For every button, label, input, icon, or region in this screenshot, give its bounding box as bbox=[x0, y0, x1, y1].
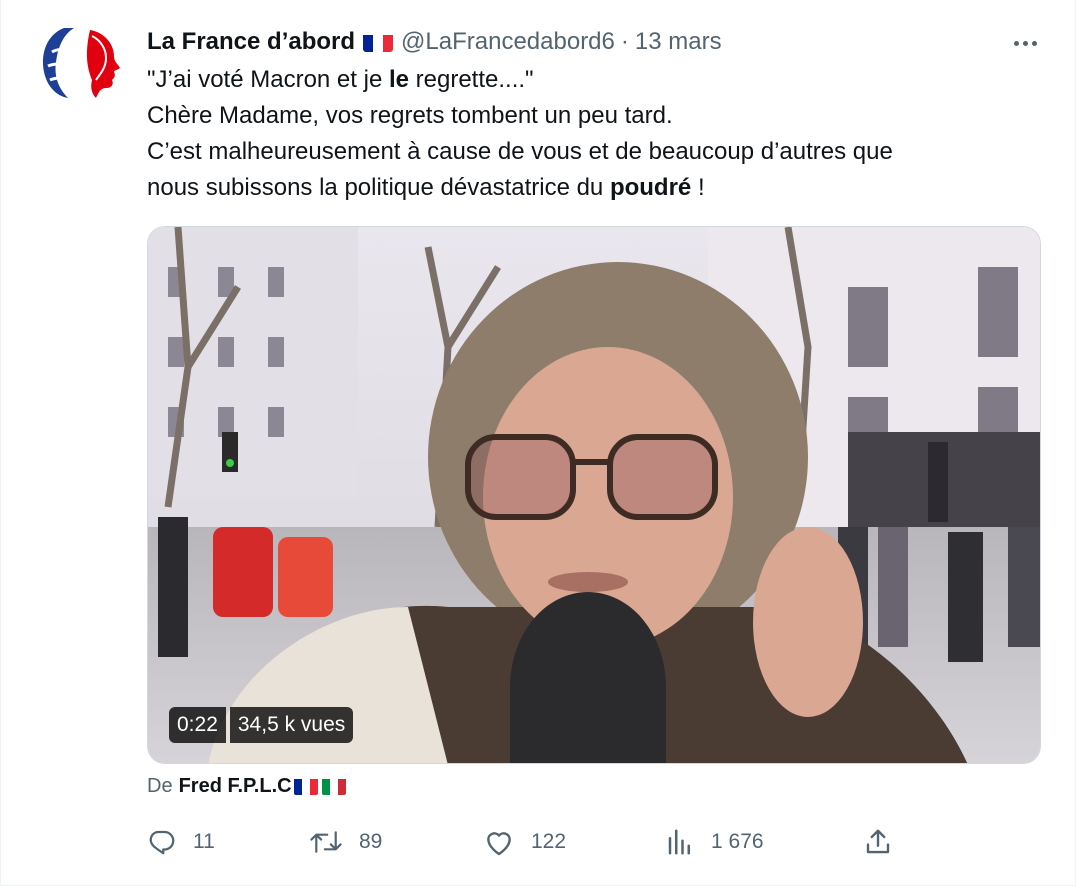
text-bold-segment: le bbox=[388, 66, 409, 93]
share-button[interactable] bbox=[863, 822, 909, 862]
share-icon bbox=[866, 829, 890, 854]
like-count: 122 bbox=[531, 830, 567, 853]
repost-count: 89 bbox=[359, 830, 383, 853]
text-segment: "J’ai voté Macron et je bbox=[147, 66, 389, 93]
video-thumbnail bbox=[148, 227, 1040, 763]
tweet-text-line: Chère Madame, vos regrets tombent un peu… bbox=[147, 102, 673, 129]
attribution-prefix: De bbox=[147, 775, 173, 797]
author-name[interactable]: La France d’abord bbox=[147, 26, 355, 58]
tweet-header: La France d’abord @LaFrancedabord6 · 13 … bbox=[147, 26, 722, 58]
heart-icon bbox=[487, 832, 511, 856]
tweet-card[interactable]: La France d’abord @LaFrancedabord6 · 13 … bbox=[0, 0, 1076, 886]
like-button[interactable]: 122 bbox=[483, 822, 566, 862]
reply-icon bbox=[149, 830, 175, 855]
repost-button[interactable]: 89 bbox=[309, 822, 382, 862]
video-duration: 0:22 bbox=[169, 707, 226, 743]
text-bold-segment: poudré bbox=[609, 174, 692, 201]
repost-icon bbox=[310, 831, 342, 853]
video-views: 34,5 k vues bbox=[229, 707, 354, 743]
reply-count: 11 bbox=[193, 830, 215, 853]
tweet-date[interactable]: 13 mars bbox=[635, 26, 722, 58]
french-flag-icon bbox=[363, 32, 394, 52]
reply-button[interactable]: 11 bbox=[147, 822, 215, 862]
views-count: 1 676 bbox=[711, 830, 764, 853]
tweet-text-line: "J’ai voté Macron et je le regrette...." bbox=[147, 62, 1027, 98]
more-icon bbox=[1012, 33, 1039, 51]
french-flag-icon bbox=[293, 777, 318, 795]
marianne-logo-icon bbox=[42, 28, 120, 98]
attribution-author[interactable]: Fred F.P.L.C bbox=[179, 772, 292, 800]
tweet-text-line: C’est malheureusement à cause de vous et… bbox=[147, 138, 893, 165]
italian-flag-icon bbox=[321, 777, 346, 795]
more-options-button[interactable] bbox=[1011, 28, 1039, 56]
author-handle[interactable]: @LaFrancedabord6 bbox=[401, 26, 615, 58]
header-separator: · bbox=[620, 28, 629, 55]
video-player[interactable] bbox=[147, 226, 1041, 764]
analytics-icon bbox=[668, 829, 690, 855]
text-segment: nous subissons la politique dévastatrice… bbox=[147, 174, 610, 201]
video-info-badges: 0:22 34,5 k vues bbox=[169, 707, 354, 743]
avatar[interactable] bbox=[34, 22, 126, 104]
tweet-text: "J’ai voté Macron et je le regrette...."… bbox=[147, 62, 1027, 206]
text-segment: ! bbox=[691, 174, 705, 201]
video-attribution: De Fred F.P.L.C bbox=[147, 772, 346, 800]
views-button[interactable]: 1 676 bbox=[665, 822, 764, 862]
text-segment: regrette...." bbox=[408, 66, 534, 93]
tweet-text-line: nous subissons la politique dévastatrice… bbox=[147, 170, 1027, 206]
